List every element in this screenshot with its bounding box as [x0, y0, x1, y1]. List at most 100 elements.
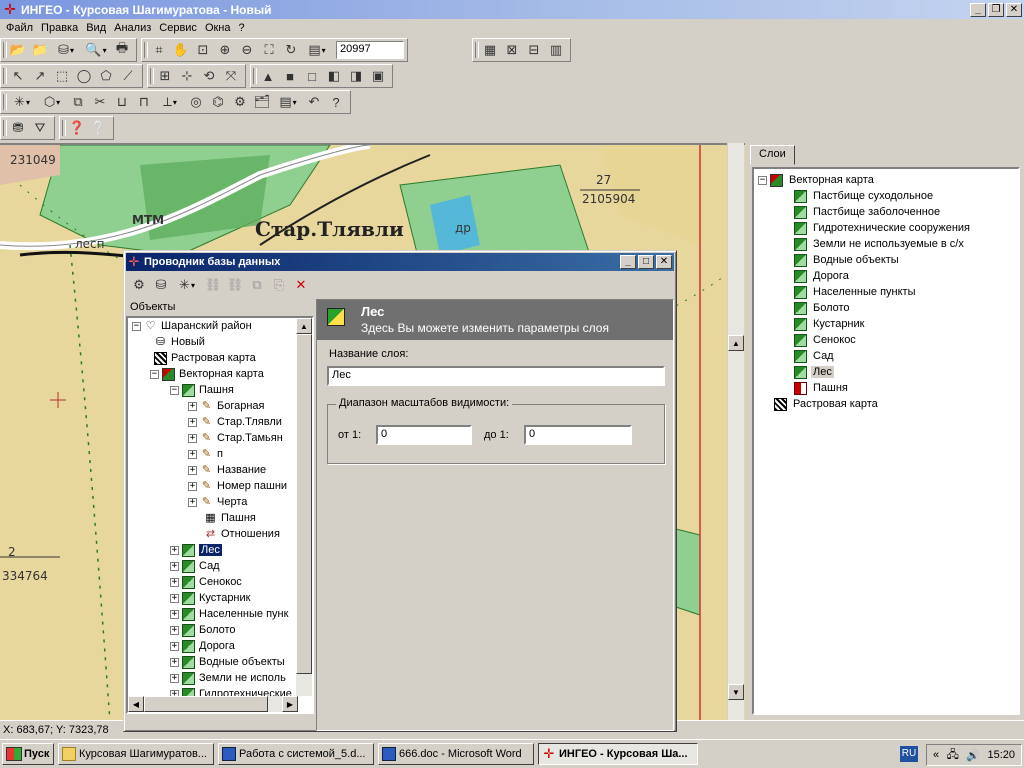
open-map-icon[interactable]: 📁: [29, 40, 51, 61]
expand-icon[interactable]: +: [170, 657, 179, 667]
expand-icon[interactable]: +: [170, 545, 179, 555]
layer-back-icon[interactable]: □: [301, 66, 323, 87]
layer-item[interactable]: Земли не используемые в с/х: [754, 236, 1018, 252]
coords-icon[interactable]: ⌗: [148, 40, 170, 61]
network-icon[interactable]: 🖧: [947, 746, 959, 765]
table-icon[interactable]: ▤: [273, 92, 303, 113]
cut-object-icon[interactable]: ✂: [89, 92, 111, 113]
close-button[interactable]: ✕: [1006, 2, 1022, 17]
layer-raster[interactable]: Растровая карта: [754, 396, 1018, 412]
layer-item-selected[interactable]: Лес: [754, 364, 1018, 380]
zoom-all-icon[interactable]: ⛶: [258, 40, 280, 61]
tree-style[interactable]: + ✎ Стар.Тлявли: [128, 414, 312, 430]
select-rect-icon[interactable]: ⬚: [51, 66, 73, 87]
layer-item[interactable]: Сенокос: [754, 332, 1018, 348]
edit-move-icon[interactable]: ⊹: [176, 66, 198, 87]
db-filter-icon[interactable]: ⛛: [29, 118, 51, 139]
layer-item[interactable]: Болото: [754, 300, 1018, 316]
expand-icon[interactable]: +: [188, 497, 197, 507]
tree-layer[interactable]: + Земли не исполь: [128, 670, 312, 686]
scroll-right-icon[interactable]: ▶: [282, 696, 298, 712]
zoom-out-icon[interactable]: ⊖: [236, 40, 258, 61]
tree-layer[interactable]: + Дорога: [128, 638, 312, 654]
minimize-button[interactable]: _: [970, 2, 986, 17]
tree-layer[interactable]: + Сад: [128, 558, 312, 574]
copy-object-icon[interactable]: ⧉: [67, 92, 89, 113]
properties-icon[interactable]: ⚙: [128, 275, 150, 296]
tray-expand-icon[interactable]: «: [933, 749, 939, 761]
layer-root[interactable]: − Векторная карта: [754, 172, 1018, 188]
collapse-icon[interactable]: −: [150, 369, 159, 379]
edit-scale-icon[interactable]: ⤧: [220, 66, 242, 87]
expand-icon[interactable]: +: [188, 481, 197, 491]
expand-icon[interactable]: +: [188, 433, 197, 443]
help-icon[interactable]: ❓: [66, 118, 88, 139]
menu-help[interactable]: ?: [235, 22, 249, 34]
dialog-titlebar[interactable]: ✛ Проводник базы данных _ □ ✕: [126, 253, 674, 271]
layers-tree[interactable]: − Векторная карта Пастбище суходольное П…: [752, 167, 1020, 715]
table-copy-icon[interactable]: ▦: [479, 40, 501, 61]
dialog-maximize-button[interactable]: □: [638, 255, 654, 269]
layer-item[interactable]: Сад: [754, 348, 1018, 364]
expand-icon[interactable]: +: [170, 625, 179, 635]
context-help-icon[interactable]: ?: [325, 92, 347, 113]
menu-file[interactable]: Файл: [2, 22, 37, 34]
scale-input[interactable]: 20997: [336, 41, 404, 59]
menu-analysis[interactable]: Анализ: [110, 22, 155, 34]
database-icon[interactable]: ⛁: [51, 40, 81, 61]
layer-merge-icon[interactable]: ◧: [323, 66, 345, 87]
unlink-icon[interactable]: ⛓: [224, 275, 246, 296]
layer-item[interactable]: Водные объекты: [754, 252, 1018, 268]
tree-raster[interactable]: Растровая карта: [128, 350, 312, 366]
layer-item[interactable]: Дорога: [754, 268, 1018, 284]
tree-relations[interactable]: ⇄ Отношения: [128, 526, 312, 542]
expand-icon[interactable]: +: [188, 417, 197, 427]
tree-layer[interactable]: + Водные объекты: [128, 654, 312, 670]
semantic-icon[interactable]: ⚙: [229, 92, 251, 113]
tab-layers[interactable]: Слои: [750, 145, 795, 165]
layer-item[interactable]: Пастбище заболоченное: [754, 204, 1018, 220]
task-word-doc-1[interactable]: Работа с системой_5.d...: [218, 743, 374, 765]
scale-from-input[interactable]: 0: [376, 425, 472, 445]
clock[interactable]: 15:20: [987, 749, 1015, 761]
layer-color-icon[interactable]: ▣: [367, 66, 389, 87]
scroll-thumb[interactable]: [296, 334, 312, 674]
topology-icon[interactable]: ⌬: [207, 92, 229, 113]
new-item-icon[interactable]: ✳: [172, 275, 202, 296]
tree-layer[interactable]: + Болото: [128, 622, 312, 638]
expand-icon[interactable]: +: [188, 401, 197, 411]
language-indicator[interactable]: RU: [900, 746, 918, 762]
layer-front-icon[interactable]: ■: [279, 66, 301, 87]
table-delete-icon[interactable]: ⊠: [501, 40, 523, 61]
layer-up-icon[interactable]: ▲: [257, 66, 279, 87]
table-view-icon[interactable]: ▥: [545, 40, 567, 61]
print-icon[interactable]: 🖶: [111, 40, 133, 61]
task-word-doc-2[interactable]: 666.doc - Microsoft Word: [378, 743, 534, 765]
layer-split-icon[interactable]: ◨: [345, 66, 367, 87]
expand-icon[interactable]: +: [170, 577, 179, 587]
task-folder[interactable]: Курсовая Шагимуратов...: [58, 743, 214, 765]
find-icon[interactable]: 🔍: [81, 40, 111, 61]
select-circle-icon[interactable]: ◯: [73, 66, 95, 87]
layer-item[interactable]: Населенные пункты: [754, 284, 1018, 300]
zoom-area-icon[interactable]: ⊡: [192, 40, 214, 61]
tree-new[interactable]: ⛁ Новый: [128, 334, 312, 350]
select-plus-icon[interactable]: ↗: [29, 66, 51, 87]
volume-icon[interactable]: 🔊: [966, 749, 980, 762]
scroll-up-icon[interactable]: ▲: [728, 335, 744, 351]
db-query-icon[interactable]: ⛃: [7, 118, 29, 139]
select-arrow-icon[interactable]: ↖: [7, 66, 29, 87]
layer-item[interactable]: Гидротехнические сооружения: [754, 220, 1018, 236]
objects-tree[interactable]: − ♡ Шаранский район ⛁ Новый Растровая карта…: [126, 316, 314, 714]
expand-icon[interactable]: +: [170, 609, 179, 619]
collapse-icon[interactable]: −: [132, 321, 141, 331]
tree-layer-selected[interactable]: + Лес: [128, 542, 312, 558]
link-icon[interactable]: ⛓: [202, 275, 224, 296]
tree-layer[interactable]: + Сенокос: [128, 574, 312, 590]
pan-hand-icon[interactable]: ✋: [170, 40, 192, 61]
undo-icon[interactable]: ↶: [303, 92, 325, 113]
edit-node-icon[interactable]: ⊞: [154, 66, 176, 87]
scroll-left-icon[interactable]: ◀: [128, 696, 144, 712]
tree-region[interactable]: − ♡ Шаранский район: [128, 318, 312, 334]
zoom-in-icon[interactable]: ⊕: [214, 40, 236, 61]
